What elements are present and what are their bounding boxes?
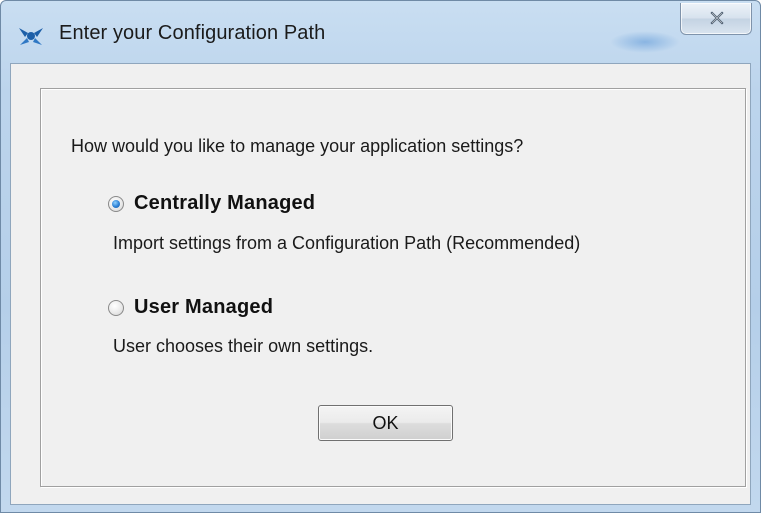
option-centrally-managed[interactable]: Centrally Managed bbox=[108, 192, 315, 215]
option-description-centrally-managed: Import settings from a Configuration Pat… bbox=[113, 233, 581, 253]
close-icon bbox=[710, 11, 724, 25]
radio-centrally-managed[interactable] bbox=[108, 195, 124, 212]
close-button[interactable] bbox=[680, 3, 752, 35]
option-user-managed[interactable]: User Managed bbox=[108, 296, 273, 319]
option-label-centrally-managed[interactable]: Centrally Managed bbox=[134, 192, 315, 215]
window-title: Enter your Configuration Path bbox=[59, 22, 326, 44]
ok-button[interactable]: OK bbox=[318, 405, 453, 441]
app-logo-icon bbox=[17, 24, 45, 48]
titlebar-glow bbox=[610, 31, 680, 53]
dialog-window: Enter your Configuration Path How would … bbox=[0, 0, 761, 513]
dialog-client-area: How would you like to manage your applic… bbox=[10, 63, 751, 505]
radio-user-managed[interactable] bbox=[108, 299, 124, 316]
title-bar[interactable]: Enter your Configuration Path bbox=[1, 1, 760, 63]
question-text: How would you like to manage your applic… bbox=[71, 136, 524, 156]
option-description-user-managed: User chooses their own settings. bbox=[113, 336, 374, 356]
option-label-user-managed[interactable]: User Managed bbox=[134, 296, 273, 319]
